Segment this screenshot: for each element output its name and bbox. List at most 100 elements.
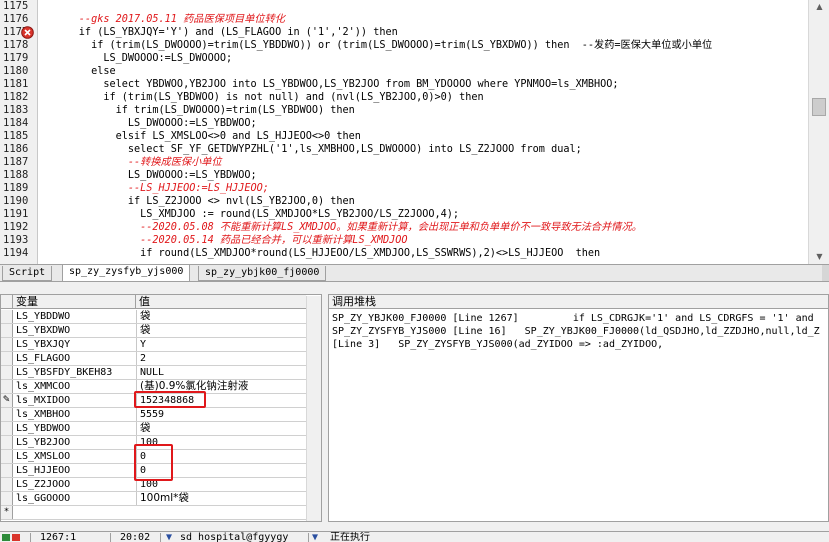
new-row[interactable]: *: [1, 506, 306, 520]
status-indicator-icon-2: [12, 534, 20, 541]
line-number: 1182: [3, 91, 29, 103]
code-line[interactable]: if round(LS_XMDJOO*round(LS_HJJEOO/LS_XM…: [42, 247, 600, 260]
highlight-box-mxid: [134, 391, 206, 408]
new-row-indicator: *: [1, 506, 13, 519]
code-line[interactable]: if LS_Z2JOOO <> nvl(LS_YB2JOO,0) then: [42, 195, 355, 208]
editor-vertical-scrollbar[interactable]: ▲ ▼: [808, 0, 829, 264]
variables-vertical-scrollbar[interactable]: [306, 296, 321, 521]
line-number: 1191: [3, 208, 29, 220]
status-divider: [308, 533, 309, 542]
row-indicator[interactable]: [1, 352, 13, 365]
code-line[interactable]: select SF_YF_GETDWYPZHL('1',ls_XMBHOO,LS…: [42, 143, 582, 156]
variable-value[interactable]: 袋: [136, 310, 304, 323]
variable-row[interactable]: LS_YBXDWO 袋: [1, 324, 306, 338]
row-indicator[interactable]: [1, 464, 13, 477]
breakpoint-error-icon[interactable]: [20, 26, 35, 39]
variable-name: LS_YBSFDY_BKEH83: [16, 367, 113, 378]
variable-row[interactable]: ls_XMBHOO 5559: [1, 408, 306, 422]
status-divider: [30, 533, 31, 542]
row-indicator[interactable]: [1, 338, 13, 351]
variable-row[interactable]: LS_YBDWOO 袋: [1, 422, 306, 436]
variable-row[interactable]: LS_FLAGOO 2: [1, 352, 306, 366]
tab-sp-zy-zysfyb-yjs000[interactable]: sp_zy_zysfyb_yjs000: [62, 265, 191, 282]
code-comment-line[interactable]: --gks 2017.05.11 药品医保项目单位转化: [42, 13, 285, 26]
debug-tab-strip: Script sp_zy_zysfyb_yjs000 sp_zy_ybjk00_…: [0, 264, 829, 282]
line-number: 1192: [3, 221, 29, 233]
row-indicator[interactable]: [1, 408, 13, 421]
row-indicator[interactable]: [1, 478, 13, 491]
code-line[interactable]: LS_DWOOOO:=LS_YBDWOO;: [42, 117, 257, 130]
line-number: 1186: [3, 143, 29, 155]
code-comment-line[interactable]: --2020.05.14 药品已经合并，可以重新计算LS_XMDJOO: [42, 234, 407, 247]
variable-value[interactable]: 2: [136, 352, 304, 365]
variable-value[interactable]: 袋: [136, 324, 304, 337]
code-comment-line[interactable]: --LS_HJJEOO:=LS_HJJEOO;: [42, 182, 269, 195]
variable-row[interactable]: LS_YBXJQY Y: [1, 338, 306, 352]
status-bar: 1267:1 20:02 ▼ sd_hospital@fgyygy ▼ 正在执行: [0, 531, 829, 542]
variable-value[interactable]: 100ml*袋: [136, 492, 304, 505]
variable-name: LS_YBXDWO: [16, 325, 71, 336]
row-indicator[interactable]: [1, 492, 13, 505]
variable-name: LS_YBXJQY: [16, 339, 71, 350]
line-number: 1187: [3, 156, 29, 168]
variable-name: ls_XMMCOO: [16, 381, 71, 392]
code-line[interactable]: LS_DWOOOO:=LS_YBDWOO;: [42, 169, 257, 182]
call-stack-panel[interactable]: 调用堆栈 SP_ZY_YBJK00_FJ0000 [Line 1267] if …: [328, 294, 829, 522]
row-indicator[interactable]: [1, 422, 13, 435]
variable-row[interactable]: LS_YBDDWO 袋: [1, 310, 306, 324]
status-divider: [110, 533, 111, 542]
code-comment-line[interactable]: --2020.05.08 不能重新计算LS_XMDJOO。如果重新计算，会出现正…: [42, 221, 642, 234]
code-line[interactable]: elsif LS_XMSLOO<>0 and LS_HJJEOO<>0 then: [42, 130, 361, 143]
line-number: 1189: [3, 182, 29, 194]
code-area[interactable]: --gks 2017.05.11 药品医保项目单位转化 if (LS_YBXJQ…: [42, 0, 807, 264]
status-indicator-icon: [2, 534, 10, 541]
scroll-thumb[interactable]: [812, 98, 826, 116]
row-indicator[interactable]: [1, 324, 13, 337]
tab-script[interactable]: Script: [2, 266, 53, 281]
scroll-up-arrow-icon[interactable]: ▲: [812, 0, 827, 14]
variable-value[interactable]: 5559: [136, 408, 304, 421]
code-line[interactable]: if (trim(LS_YBDWOO) is not null) and (nv…: [42, 91, 483, 104]
row-indicator[interactable]: [1, 366, 13, 379]
variable-name: ls_MXIDOO: [16, 395, 71, 406]
variable-value[interactable]: Y: [136, 338, 304, 351]
code-editor[interactable]: 1175 1176 1177 1178 1179 1180 1181 1182 1183 1184…: [0, 0, 829, 264]
highlight-box-xmsl-hjje: [134, 444, 173, 481]
connection-dropdown-icon[interactable]: ▼: [166, 532, 172, 542]
call-stack-frame[interactable]: [Line 3] SP_ZY_ZYSFYB_YJS000(ad_ZYIDOO =…: [332, 338, 663, 351]
tab-sp-zy-ybjk00-fj0000[interactable]: sp_zy_ybjk00_fj0000: [198, 266, 327, 281]
code-line[interactable]: if trim(LS_DWOOOO)=trim(LS_YBDWOO) then: [42, 104, 355, 117]
call-stack-frame[interactable]: SP_ZY_ZYSFYB_YJS000 [Line 16] SP_ZY_YBJK…: [332, 325, 820, 338]
column-header-value[interactable]: 值: [136, 295, 306, 309]
code-comment-line[interactable]: --转换成医保小单位: [42, 156, 222, 169]
variables-grid[interactable]: 变量 值 LS_YBDDWO 袋 LS_YBXDWO 袋 LS_YBXJQY Y LS_FL…: [0, 294, 322, 522]
line-number-gutter[interactable]: 1175 1176 1177 1178 1179 1180 1181 1182 1183 1184…: [0, 0, 38, 264]
code-line[interactable]: LS_DWOOOO:=LS_DWOOOO;: [42, 52, 232, 65]
call-stack-frame[interactable]: SP_ZY_YBJK00_FJ0000 [Line 1267] if LS_CD…: [332, 312, 814, 325]
status-cursor-position: 1267:1: [40, 532, 77, 542]
code-line[interactable]: if (LS_YBXJQY='Y') and (LS_FLAGOO in ('1…: [42, 26, 398, 39]
row-indicator[interactable]: [1, 380, 13, 393]
status-run-icon: ▼: [312, 532, 319, 542]
code-line[interactable]: if (trim(LS_DWOOOO)=trim(LS_YBDDWO)) or …: [42, 39, 712, 52]
row-indicator[interactable]: [1, 310, 13, 323]
code-line[interactable]: LS_XMDJOO := round(LS_XMDJOO*LS_YB2JOO/L…: [42, 208, 459, 221]
line-number: 1181: [3, 78, 29, 90]
edit-pencil-icon[interactable]: ✎: [1, 394, 13, 407]
status-connection[interactable]: sd_hospital@fgyygy: [180, 532, 288, 542]
variable-name: LS_YBDDWO: [16, 311, 71, 322]
code-line[interactable]: select YBDWOO,YB2JOO into LS_YBDWOO,LS_Y…: [42, 78, 618, 91]
variable-name: LS_YB2JOO: [16, 437, 71, 448]
column-header-variable[interactable]: 变量: [13, 295, 136, 309]
tab-strip-end: [822, 265, 829, 281]
code-line[interactable]: else: [42, 65, 116, 78]
variable-value[interactable]: NULL: [136, 366, 304, 379]
scroll-down-arrow-icon[interactable]: ▼: [812, 250, 827, 264]
status-state: 正在执行: [330, 532, 370, 542]
variable-value[interactable]: 袋: [136, 422, 304, 435]
variable-row[interactable]: ls_GGOOOO 100ml*袋: [1, 492, 306, 506]
variable-name: ls_GGOOOO: [16, 493, 71, 504]
row-indicator[interactable]: [1, 436, 13, 449]
row-indicator[interactable]: [1, 450, 13, 463]
variable-row[interactable]: LS_YBSFDY_BKEH83 NULL: [1, 366, 306, 380]
